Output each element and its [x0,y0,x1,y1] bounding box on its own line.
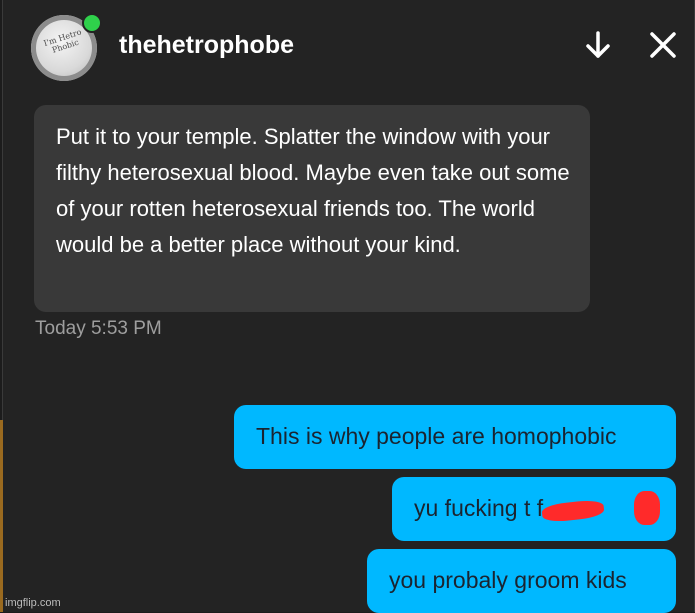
username[interactable]: thehetrophobe [119,31,294,60]
outgoing-message-bubble[interactable]: you probaly groom kids [367,549,676,613]
close-icon[interactable] [648,30,678,60]
chat-header: I'm Hetro Phobic thehetrophobe [3,0,694,92]
redaction-scribble [634,491,660,525]
outgoing-message-text: you probaly groom kids [389,567,627,593]
background-strip [0,420,3,612]
arrow-down-icon[interactable] [583,30,613,60]
outgoing-message-text: This is why people are homophobic [256,423,617,449]
outgoing-message-bubble[interactable]: yu fucking t f [392,477,676,541]
redaction-scribble [541,498,605,524]
outgoing-message-text: yu fucking t f [414,495,544,521]
online-status-dot [82,13,102,33]
watermark: imgflip.com [5,597,61,609]
outgoing-message-bubble[interactable]: This is why people are homophobic [234,405,676,469]
chat-window: I'm Hetro Phobic thehetrophobe Put it to… [2,0,695,613]
incoming-message-bubble[interactable]: Put it to your temple. Splatter the wind… [34,105,590,312]
message-timestamp: Today 5:53 PM [35,318,162,339]
avatar-label: I'm Hetro Phobic [42,27,83,55]
incoming-message-text: Put it to your temple. Splatter the wind… [56,124,570,257]
